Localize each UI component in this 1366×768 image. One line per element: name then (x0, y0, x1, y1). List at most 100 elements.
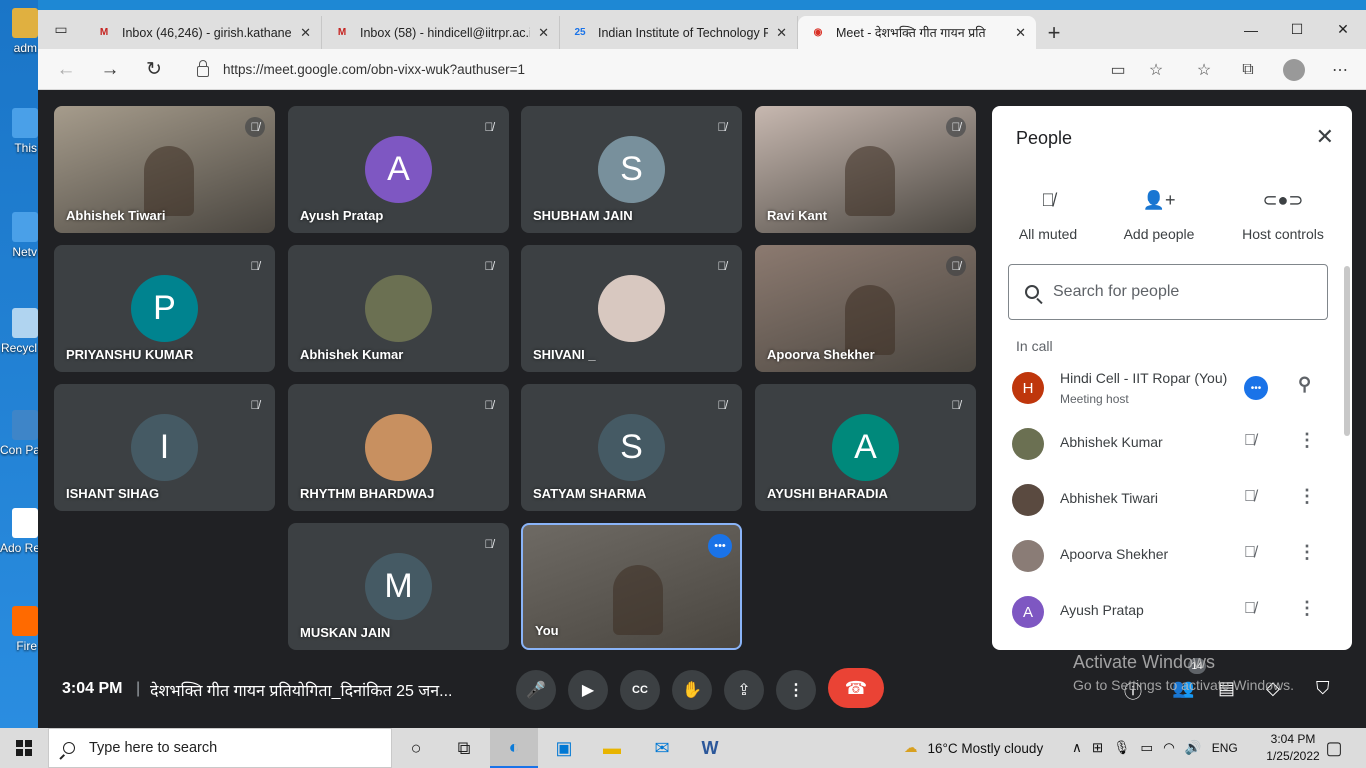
word-icon[interactable]: W (686, 728, 734, 768)
browser-tab[interactable]: M Inbox (46,246) - girish.kathane1(✕ (84, 16, 322, 49)
file-explorer-icon[interactable]: ▬ (588, 728, 636, 768)
host-controls-action[interactable]: ⊂●⊃ Host controls (1228, 190, 1338, 242)
more-options-icon[interactable]: ••• (1244, 376, 1268, 400)
desktop-icon[interactable]: Fire (0, 606, 38, 653)
kebab-menu-icon[interactable]: ⋮ (1298, 598, 1316, 619)
desktop-icon[interactable]: This (0, 108, 38, 155)
people-search-input[interactable]: Search for people (1008, 264, 1328, 320)
pin-icon[interactable]: ⚲ (1298, 374, 1311, 395)
close-tab-icon[interactable]: ✕ (300, 25, 311, 41)
participant-tile[interactable]: ••• You (521, 523, 742, 650)
notifications-icon[interactable]: ▢ (1310, 728, 1358, 768)
favorites-icon[interactable]: ☆ (1184, 49, 1224, 90)
add-people-action[interactable]: 👤+ Add people (1104, 190, 1214, 242)
browser-tab[interactable]: ◉ Meet - देशभक्ति गीत गायन प्रति ✕ (798, 16, 1036, 49)
camera-in-use-icon[interactable]: ▭ (1098, 49, 1138, 90)
participant-row[interactable]: Abhishek Kumar 🎙̸ ⋮ (992, 418, 1352, 470)
cortana-icon[interactable]: ○ (392, 728, 440, 768)
forward-icon[interactable]: → (88, 49, 132, 90)
kebab-menu-icon[interactable]: ⋮ (1298, 430, 1316, 451)
battery-icon[interactable]: ▭ (1140, 740, 1153, 756)
chevron-up-icon[interactable]: ∧ (1072, 740, 1082, 756)
participant-row[interactable]: Apoorva Shekher 🎙̸ ⋮ (992, 530, 1352, 582)
network-icon[interactable]: ⊞ (1092, 740, 1103, 756)
mic-off-icon[interactable]: 🎙̸ (1244, 544, 1256, 562)
microphone-button[interactable]: 🎤 (516, 670, 556, 710)
desktop-icon[interactable]: adm (0, 8, 38, 55)
tile-options-button[interactable]: ••• (708, 534, 732, 558)
desktop-icon[interactable]: Ado Read (0, 508, 38, 555)
close-tab-icon[interactable]: ✕ (538, 25, 549, 41)
close-window-button[interactable]: ✕ (1320, 10, 1366, 49)
maximize-button[interactable]: ☐ (1274, 10, 1320, 49)
url-field[interactable]: https://meet.google.com/obn-vixx-wuk?aut… (180, 54, 1170, 85)
all-muted-action[interactable]: 🎙̸ All muted (993, 190, 1103, 242)
minimize-button[interactable]: — (1228, 10, 1274, 49)
participant-tile[interactable]: 🎙̸ SHIVANI _ (521, 245, 742, 372)
close-tab-icon[interactable]: ✕ (776, 25, 787, 41)
captions-button[interactable]: CC (620, 670, 660, 710)
desktop-icon[interactable]: Netv (0, 212, 38, 259)
more-options-button[interactable]: ⋮ (776, 670, 816, 710)
volume-icon[interactable]: 🔊 (1185, 740, 1202, 756)
taskbar-search[interactable]: Type here to search (48, 728, 392, 768)
participant-row[interactable]: H Hindi Cell - IIT Ropar (You) Meeting hos… (992, 362, 1352, 414)
participant-row[interactable]: Abhishek Tiwari 🎙̸ ⋮ (992, 474, 1352, 526)
profile-icon[interactable] (1274, 49, 1314, 90)
participant-tile[interactable]: A 🎙̸ Ayush Pratap (288, 106, 509, 233)
tab-actions-icon[interactable]: ▭ (38, 10, 84, 49)
kebab-menu-icon[interactable]: ⋮ (1298, 542, 1316, 563)
start-button[interactable] (0, 728, 48, 768)
task-view-icon[interactable]: ⧉ (440, 728, 488, 768)
camera-button[interactable]: ▶ (568, 670, 608, 710)
wifi-icon[interactable]: ◠ (1163, 740, 1175, 756)
browser-tab[interactable]: M Inbox (58) - hindicell@iitrpr.ac.in ✕ (322, 16, 560, 49)
mail-icon[interactable]: ✉ (638, 728, 686, 768)
participant-tile[interactable]: A 🎙̸ AYUSHI BHARADIA (755, 384, 976, 511)
edge-icon[interactable]: ◐ (490, 728, 538, 768)
favorite-star-icon[interactable]: ☆ (1136, 49, 1176, 90)
present-screen-button[interactable]: ⇪ (724, 670, 764, 710)
participant-tile[interactable]: 🎙̸ Abhishek Tiwari (54, 106, 275, 233)
desktop-icon[interactable]: Con Pa (0, 410, 38, 457)
mic-off-icon[interactable]: 🎙̸ (1244, 488, 1256, 506)
participant-row-name: Hindi Cell - IIT Ropar (You) (1060, 370, 1228, 386)
browser-tab[interactable]: 25 Indian Institute of Technology Rc ✕ (560, 16, 798, 49)
raise-hand-button[interactable]: ✋ (672, 670, 712, 710)
participant-tile[interactable]: 🎙̸ Ravi Kant (755, 106, 976, 233)
participant-row-name: Abhishek Tiwari (1060, 490, 1159, 506)
participant-tile[interactable]: S 🎙̸ SATYAM SHARMA (521, 384, 742, 511)
new-tab-button[interactable]: + (1036, 16, 1072, 49)
leave-call-button[interactable]: ☎ (828, 668, 884, 708)
participant-tile[interactable]: M 🎙̸ MUSKAN JAIN (288, 523, 509, 650)
host-lock-icon[interactable]: ⛉ (1316, 678, 1330, 699)
store-icon[interactable]: ▣ (540, 728, 588, 768)
collections-icon[interactable]: ⧉ (1228, 49, 1268, 90)
participant-tile[interactable]: I 🎙̸ ISHANT SIHAG (54, 384, 275, 511)
desktop-icon[interactable]: Recycl (0, 308, 38, 355)
lock-icon[interactable] (197, 60, 209, 77)
language-indicator[interactable]: ENG (1212, 741, 1238, 755)
mic-icon[interactable]: 🎙 (1113, 740, 1130, 756)
back-icon[interactable]: ← (44, 49, 88, 90)
mic-off-icon: 🎙̸ (245, 117, 265, 137)
participant-tile[interactable]: S 🎙̸ SHUBHAM JAIN (521, 106, 742, 233)
panel-scrollbar[interactable] (1344, 266, 1350, 436)
mic-off-icon[interactable]: 🎙̸ (1244, 432, 1256, 450)
participant-avatar (1012, 428, 1044, 460)
participant-tile[interactable]: 🎙̸ RHYTHM BHARDWAJ (288, 384, 509, 511)
settings-more-icon[interactable]: ⋯ (1320, 49, 1360, 90)
participant-avatar (1012, 540, 1044, 572)
participant-row-name: Abhishek Kumar (1060, 434, 1163, 450)
browser-window: ▭ M Inbox (46,246) - girish.kathane1(✕ M In… (38, 10, 1366, 728)
close-panel-icon[interactable]: ✕ (1316, 124, 1334, 150)
mic-off-icon[interactable]: 🎙̸ (1244, 600, 1256, 618)
weather-widget[interactable]: ☁ 16°C Mostly cloudy (904, 728, 1043, 768)
participant-row[interactable]: A Ayush Pratap 🎙̸ ⋮ (992, 586, 1352, 638)
participant-tile[interactable]: 🎙̸ Apoorva Shekher (755, 245, 976, 372)
refresh-icon[interactable]: ↻ (132, 49, 176, 90)
close-tab-icon[interactable]: ✕ (1015, 25, 1026, 41)
participant-tile[interactable]: P 🎙̸ PRIYANSHU KUMAR (54, 245, 275, 372)
participant-tile[interactable]: 🎙̸ Abhishek Kumar (288, 245, 509, 372)
kebab-menu-icon[interactable]: ⋮ (1298, 486, 1316, 507)
